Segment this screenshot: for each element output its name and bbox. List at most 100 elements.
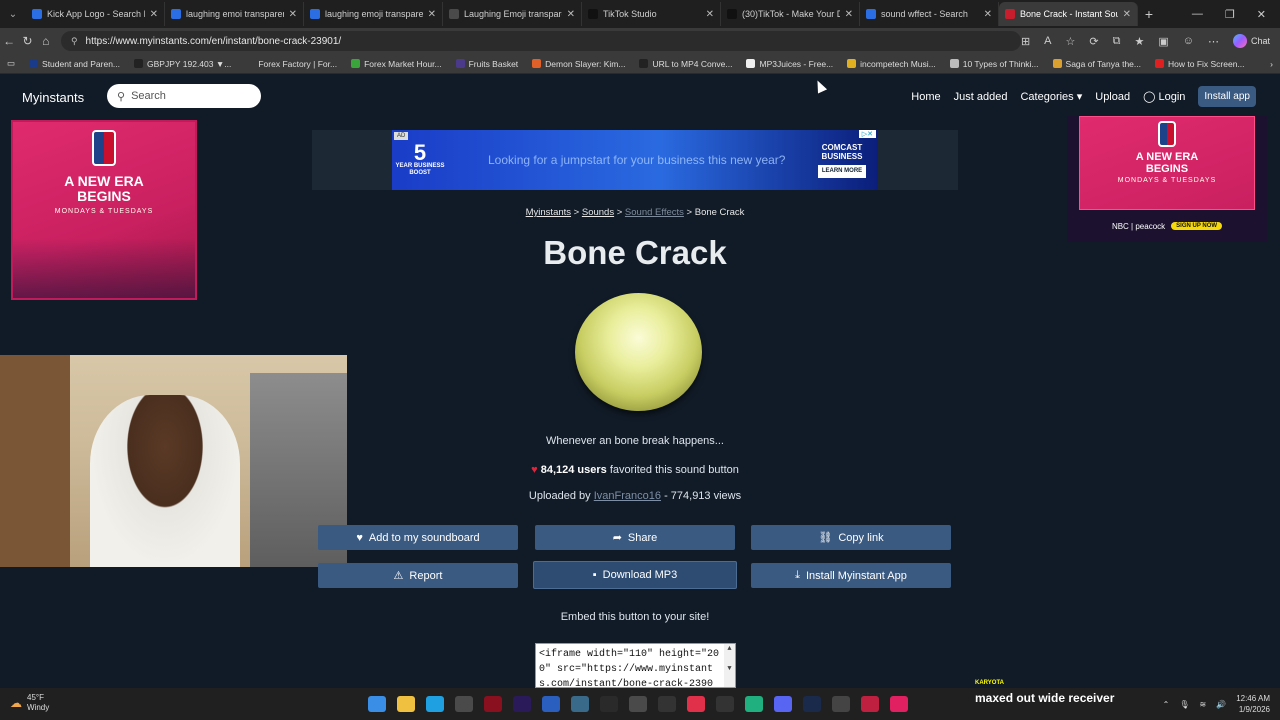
tab-close-icon[interactable]: ✕ bbox=[428, 9, 436, 20]
bookmark-item[interactable]: Saga of Tanya the... bbox=[1046, 59, 1148, 69]
search-input[interactable]: ⚲ Search bbox=[107, 84, 261, 108]
share-button[interactable]: ➦ Share bbox=[535, 525, 735, 550]
profile-icon[interactable]: ☺ bbox=[1183, 35, 1194, 47]
report-button[interactable]: ⚠ Report bbox=[318, 563, 518, 588]
weather-widget[interactable]: ☁ 45°F Windy bbox=[10, 693, 49, 713]
mic-icon[interactable]: 🎙 bbox=[1179, 700, 1189, 709]
browser-tab[interactable]: sound wffect - Search ✕ bbox=[860, 2, 999, 26]
app-icon[interactable] bbox=[484, 696, 502, 712]
site-info-icon[interactable]: ⚲ bbox=[71, 36, 78, 47]
tab-list-chevron-icon[interactable]: ⌄ bbox=[0, 9, 26, 20]
bookmark-item[interactable]: Fruits Basket bbox=[449, 59, 526, 69]
word-icon[interactable] bbox=[542, 696, 560, 712]
browser-tab[interactable]: TikTok Studio ✕ bbox=[582, 2, 721, 26]
bookmark-item[interactable]: Student and Paren... bbox=[22, 59, 127, 69]
ad-banner[interactable]: 5 YEAR BUSINESS BOOST Looking for a jumps… bbox=[392, 130, 878, 190]
favorites-icon[interactable]: ★ bbox=[1134, 35, 1144, 48]
home-icon[interactable]: ⌂ bbox=[37, 34, 55, 48]
refresh-extension-icon[interactable]: ⟳ bbox=[1089, 35, 1098, 48]
collections-icon[interactable]: ▣ bbox=[1158, 35, 1168, 48]
ad-choices-icon[interactable]: ▷✕ bbox=[858, 130, 876, 138]
tab-close-icon[interactable]: ✕ bbox=[150, 9, 158, 20]
new-tab-plus-icon[interactable]: + bbox=[1138, 6, 1160, 22]
add-to-soundboard-button[interactable]: ♥ Add to my soundboard bbox=[318, 525, 518, 550]
app3-icon[interactable] bbox=[600, 696, 618, 712]
clock[interactable]: 12:46 AM 1/9/2026 bbox=[1236, 693, 1270, 715]
embed-code-textarea[interactable]: <iframe width="110" height="200" src="ht… bbox=[535, 643, 736, 688]
nav-upload[interactable]: Upload bbox=[1095, 91, 1130, 103]
app4-icon[interactable] bbox=[629, 696, 647, 712]
close-window-icon[interactable]: ✕ bbox=[1257, 8, 1266, 21]
restore-icon[interactable]: ❐ bbox=[1225, 8, 1235, 21]
bookmark-item[interactable]: Demon Slayer: Kim... bbox=[525, 59, 632, 69]
breadcrumb-sound-effects[interactable]: Sound Effects bbox=[625, 207, 684, 218]
nav-categories[interactable]: Categories ▾ bbox=[1020, 90, 1082, 103]
nav-home[interactable]: Home bbox=[911, 91, 940, 103]
refresh-icon[interactable]: ↻ bbox=[18, 34, 36, 48]
browser-tab[interactable]: Kick App Logo - Search Ima ✕ bbox=[26, 2, 165, 26]
tab-close-icon[interactable]: ✕ bbox=[984, 9, 992, 20]
install-app-button[interactable]: Install app bbox=[1198, 86, 1256, 107]
discord-icon[interactable] bbox=[774, 696, 792, 712]
app9-icon[interactable] bbox=[861, 696, 879, 712]
tab-close-icon[interactable]: ✕ bbox=[567, 9, 575, 20]
breadcrumb-myinstants[interactable]: Myinstants bbox=[526, 207, 571, 218]
browser-tab[interactable]: Bone Crack - Instant Sound ✕ bbox=[999, 2, 1138, 26]
more-menu-icon[interactable]: ⋯ bbox=[1208, 35, 1219, 48]
app-available-icon[interactable]: ⊞ bbox=[1021, 35, 1030, 48]
minimize-icon[interactable]: — bbox=[1192, 8, 1203, 21]
nav-just-added[interactable]: Just added bbox=[954, 91, 1008, 103]
right-side-ad[interactable]: A NEW ERA BEGINS MONDAYS & TUESDAYS NBC … bbox=[1067, 116, 1267, 242]
bookmark-item[interactable]: URL to MP4 Conve... bbox=[632, 59, 739, 69]
wifi-icon[interactable]: ≋ bbox=[1200, 700, 1207, 709]
browser-tab[interactable]: laughing emoji transparent ✕ bbox=[304, 2, 443, 26]
bookmark-item[interactable]: 10 Types of Thinki... bbox=[943, 59, 1046, 69]
bookmark-item[interactable]: GBPJPY 192.403 ▼... bbox=[127, 59, 238, 69]
app6-icon[interactable] bbox=[716, 696, 734, 712]
tab-close-icon[interactable]: ✕ bbox=[845, 9, 853, 20]
tab-close-icon[interactable]: ✕ bbox=[706, 9, 714, 20]
app7-icon[interactable] bbox=[745, 696, 763, 712]
bookmark-item[interactable]: Forex Market Hour... bbox=[344, 59, 448, 69]
app2-icon[interactable] bbox=[571, 696, 589, 712]
edge-icon[interactable] bbox=[426, 696, 444, 712]
tab-close-icon[interactable]: ✕ bbox=[289, 9, 297, 20]
browser-tab[interactable]: (30)TikTok - Make Your Day ✕ bbox=[721, 2, 860, 26]
top-banner-ad[interactable]: 5 YEAR BUSINESS BOOST Looking for a jumps… bbox=[312, 130, 958, 190]
read-aloud-icon[interactable]: A bbox=[1044, 35, 1051, 47]
tab-close-icon[interactable]: ✕ bbox=[1123, 9, 1131, 20]
breadcrumb-sounds[interactable]: Sounds bbox=[582, 207, 614, 218]
right-ad-cta[interactable]: SIGN UP NOW bbox=[1171, 222, 1223, 230]
install-myinstant-app-button[interactable]: ⤓ Install Myinstant App bbox=[751, 563, 951, 588]
copilot-button[interactable]: Chat bbox=[1232, 34, 1270, 48]
download-mp3-button[interactable]: ▪ Download MP3 bbox=[533, 561, 737, 589]
favorite-star-icon[interactable]: ☆ bbox=[1066, 35, 1076, 48]
bookmark-item[interactable]: MP3Juices - Free... bbox=[739, 59, 840, 69]
windows-start-icon[interactable] bbox=[368, 696, 386, 712]
embed-scrollbar[interactable]: ▲ ▼ bbox=[724, 644, 735, 687]
music-icon[interactable] bbox=[687, 696, 705, 712]
tiktok-icon[interactable] bbox=[890, 696, 908, 712]
app5-icon[interactable] bbox=[658, 696, 676, 712]
play-sound-button[interactable] bbox=[575, 293, 702, 411]
url-field[interactable]: ⚲ https://www.myinstants.com/en/instant/… bbox=[60, 31, 1021, 51]
bookmark-item[interactable]: incompetech Musi... bbox=[840, 59, 943, 69]
steam-icon[interactable] bbox=[803, 696, 821, 712]
browser-tab[interactable]: Laughing Emoji transparent ✕ bbox=[443, 2, 582, 26]
store-icon[interactable] bbox=[455, 696, 473, 712]
copy-link-button[interactable]: ⛓ Copy link bbox=[751, 525, 951, 550]
bookmark-item[interactable]: Forex Factory | For... bbox=[238, 59, 344, 69]
premiere-icon[interactable] bbox=[513, 696, 531, 712]
file-explorer-icon[interactable] bbox=[397, 696, 415, 712]
bookmark-item[interactable]: How to Fix Screen... bbox=[1148, 59, 1252, 69]
volume-icon[interactable]: 🔊 bbox=[1216, 700, 1226, 709]
bookmarks-overflow-chevron-icon[interactable]: › bbox=[1263, 59, 1280, 69]
reading-list-icon[interactable]: ▭ bbox=[0, 58, 22, 69]
extensions-icon[interactable]: ⧉ bbox=[1113, 35, 1121, 48]
app8-icon[interactable] bbox=[832, 696, 850, 712]
browser-tab[interactable]: laughing emoi transparent - ✕ bbox=[165, 2, 304, 26]
uploader-link[interactable]: IvanFranco16 bbox=[594, 490, 661, 502]
tray-overflow-icon[interactable]: ⌃ bbox=[1163, 700, 1170, 709]
back-arrow-icon[interactable]: ← bbox=[0, 34, 18, 48]
site-logo[interactable]: Myinstants bbox=[22, 90, 84, 105]
